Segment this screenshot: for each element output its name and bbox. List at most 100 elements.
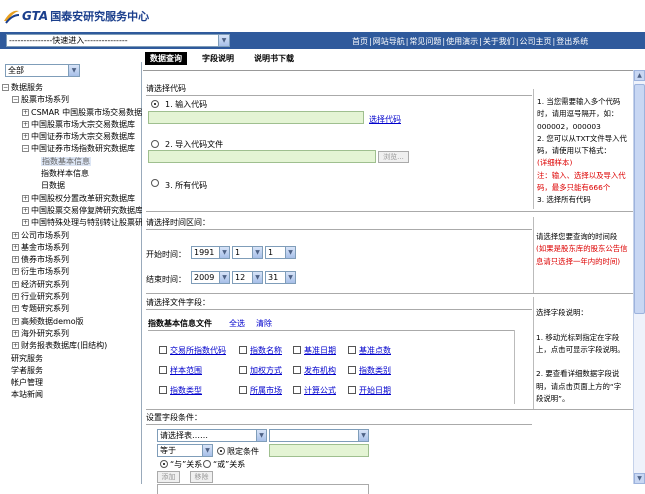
field-checkbox-label[interactable]: 样本范围 [170,365,202,376]
field-checkbox[interactable] [159,366,167,374]
select-code-link[interactable]: 选择代码 [369,114,401,125]
field-checkbox-label[interactable]: 基准日期 [304,345,336,356]
chevron-down-icon[interactable]: ▼ [219,247,229,258]
nav-link-home[interactable]: 首页 [352,37,368,46]
tab-manual-download[interactable]: 说明书下载 [249,52,299,65]
tab-data-query[interactable]: 数据查询 [145,52,187,65]
tree-item[interactable]: − 数据服务 [2,82,142,94]
scroll-thumb[interactable] [634,84,645,314]
field-checkbox[interactable] [293,366,301,374]
field-checkbox[interactable] [293,386,301,394]
expand-icon[interactable]: + [22,219,29,227]
tree-item[interactable]: 帐户管理 [2,377,142,389]
end-year-select[interactable]: 2009 ▼ [191,271,230,284]
nav-link-about[interactable]: 关于我们 [483,37,515,46]
field-select[interactable]: ▼ [269,429,369,442]
add-condition-button[interactable]: 添加 [157,471,180,483]
browse-button[interactable]: 浏览... [378,151,409,163]
field-checkbox[interactable] [348,366,356,374]
code-input[interactable] [148,111,364,124]
remove-condition-button[interactable]: 移除 [190,471,213,483]
field-checkbox-label[interactable]: 开始日期 [359,385,391,396]
tree-item[interactable]: + 中国股票市场大宗交易数据库 [2,119,142,131]
chevron-down-icon[interactable]: ▼ [285,247,295,258]
tree-item[interactable]: − 股票市场系列 [2,94,142,106]
tree-item[interactable]: + CSMAR 中国股票市场交易数据 [2,107,142,119]
tree-item[interactable]: + 中国股权分置改革研究数据库 [2,193,142,205]
collapse-icon[interactable]: − [22,145,29,153]
expand-icon[interactable]: + [12,268,19,276]
scroll-down-icon[interactable]: ▼ [634,473,645,484]
scroll-up-icon[interactable]: ▲ [634,70,645,81]
expand-icon[interactable]: + [12,305,19,313]
tree-item[interactable]: + 专题研究系列 [2,303,142,315]
field-checkbox[interactable] [239,346,247,354]
start-day-select[interactable]: 1 ▼ [265,246,296,259]
radio-all-codes[interactable] [151,179,159,187]
tree-item[interactable]: + 行业研究系列 [2,291,142,303]
expand-icon[interactable]: + [12,293,19,301]
radio-limit-condition[interactable] [217,447,225,455]
field-checkbox[interactable] [239,366,247,374]
tree-item[interactable]: + 中国股票交易停复牌研究数据库 [2,205,142,217]
field-checkbox[interactable] [239,386,247,394]
tree-item[interactable]: − 中国证券市场指数研究数据库 [2,143,142,155]
tree-item[interactable]: 学者服务 [2,365,142,377]
expand-icon[interactable]: + [22,108,29,116]
expand-icon[interactable]: + [12,243,19,251]
tab-field-desc[interactable]: 字段说明 [197,52,239,65]
field-checkbox-label[interactable]: 所属市场 [250,385,282,396]
condition-value-input[interactable] [269,444,369,457]
tree-item[interactable]: + 公司市场系列 [2,230,142,242]
chevron-down-icon[interactable]: ▼ [285,272,295,283]
expand-icon[interactable]: + [22,206,29,214]
start-month-select[interactable]: 1 ▼ [232,246,263,259]
radio-import-file[interactable] [151,140,159,148]
expand-icon[interactable]: + [12,342,19,350]
tree-item[interactable]: + 中国特殊处理与特别转让股票研究 [2,217,142,229]
file-path-input[interactable] [148,150,376,163]
nav-link-faq[interactable]: 常见问题 [409,37,441,46]
quick-access-select[interactable]: ---------------快速进入--------------- ▼ [6,34,230,47]
radio-or-relation[interactable] [203,460,211,468]
nav-link-sitemap[interactable]: 网站导航 [373,37,405,46]
chevron-down-icon[interactable]: ▼ [218,35,229,46]
field-checkbox[interactable] [293,346,301,354]
chevron-down-icon[interactable]: ▼ [256,430,266,441]
radio-and-relation[interactable] [160,460,168,468]
field-checkbox[interactable] [348,346,356,354]
collapse-icon[interactable]: − [2,84,9,91]
field-checkbox-label[interactable]: 发布机构 [304,365,336,376]
field-checkbox-label[interactable]: 指数类别 [359,365,391,376]
table-select[interactable]: 请选择表…… ▼ [157,429,267,442]
radio-input-code[interactable] [151,100,159,108]
chevron-down-icon[interactable]: ▼ [252,272,262,283]
tree-item[interactable]: + 财务报表数据库(旧结构) [2,340,142,352]
field-checkbox[interactable] [348,386,356,394]
start-year-select[interactable]: 1991 ▼ [191,246,230,259]
field-checkbox-label[interactable]: 指数类型 [170,385,202,396]
expand-icon[interactable]: + [22,194,29,202]
chevron-down-icon[interactable]: ▼ [68,65,79,76]
select-all-link[interactable]: 全选 [229,318,245,329]
tree-item[interactable]: 研究服务 [2,353,142,365]
collapse-icon[interactable]: − [12,96,19,104]
tree-item[interactable]: + 高频数据demo版 [2,316,142,328]
sample-link[interactable]: (详细样本) [537,157,633,169]
tree-item[interactable]: + 经济研究系列 [2,279,142,291]
end-day-select[interactable]: 31 ▼ [265,271,296,284]
tree-item[interactable]: + 基金市场系列 [2,242,142,254]
logo[interactable]: GTA 国泰安研究服务中心 [2,6,149,26]
operator-select[interactable]: 等于 ▼ [157,444,213,457]
nav-link-demo[interactable]: 使用演示 [446,37,478,46]
category-select[interactable]: 全部 ▼ [5,64,80,77]
expand-icon[interactable]: + [12,317,19,325]
tree-item[interactable]: + 中国证券市场大宗交易数据库 [2,131,142,143]
tree-item[interactable]: 日数据 [2,180,142,192]
expand-icon[interactable]: + [12,329,19,337]
tree-item[interactable]: 本站新闻 [2,389,142,401]
chevron-down-icon[interactable]: ▼ [358,430,368,441]
conditions-list-box[interactable] [157,484,369,494]
expand-icon[interactable]: + [22,120,29,128]
main-scrollbar[interactable]: ▲ ▼ [633,70,645,484]
